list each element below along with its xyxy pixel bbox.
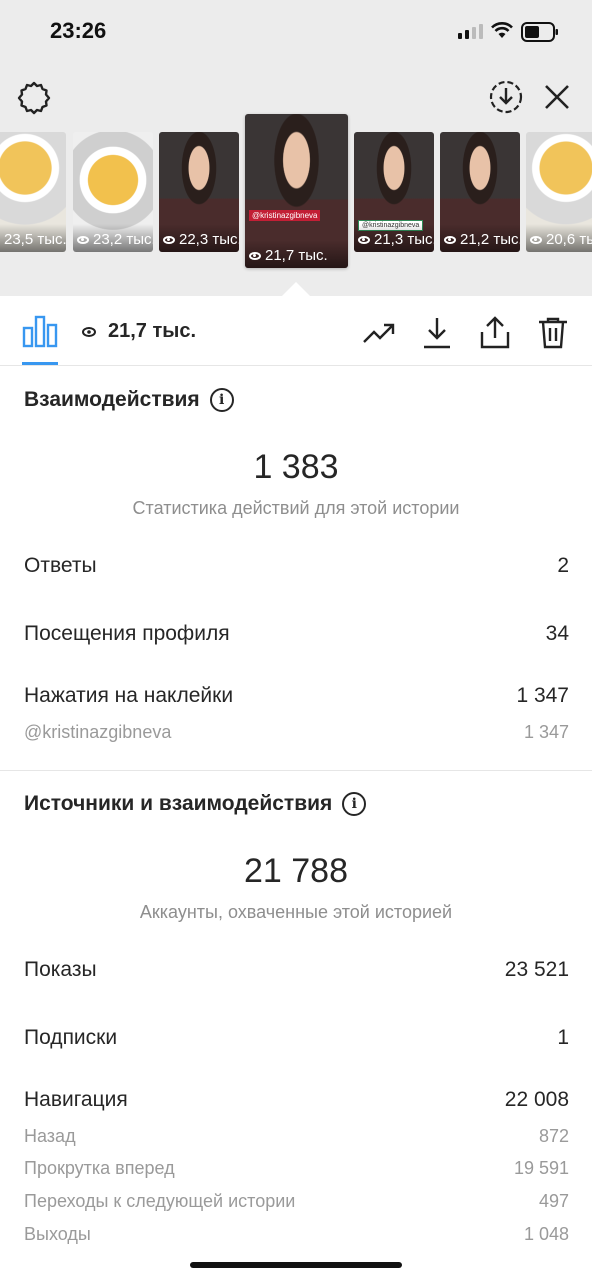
story-thumbnails: 23,5 тыс. 23,2 тыс. 22,3 тыс. @kristinaz… <box>0 114 592 270</box>
status-time: 23:26 <box>50 18 107 43</box>
story-views: 23,5 тыс. <box>4 231 66 248</box>
home-indicator[interactable] <box>190 1262 402 1268</box>
story-thumbnail-selected[interactable]: @kristinazgibneva 21,7 тыс. <box>245 114 348 268</box>
eye-icon <box>249 251 261 260</box>
section-divider <box>0 770 592 771</box>
settings-gear-icon[interactable] <box>16 80 52 116</box>
stat-subrow-exits: Выходы 1 048 <box>24 1224 569 1244</box>
trending-icon[interactable] <box>362 316 396 350</box>
info-icon[interactable]: i <box>342 792 367 816</box>
eye-icon <box>444 235 456 244</box>
eye-icon <box>77 235 89 244</box>
story-views: 22,3 тыс. <box>163 231 239 248</box>
reach-subtitle: Аккаунты, охваченные этой историей <box>139 902 453 922</box>
bar-chart-icon[interactable] <box>22 314 58 348</box>
views-count: 21,7 тыс. <box>108 320 197 342</box>
story-thumbnail[interactable]: 23,2 тыс. <box>73 132 153 252</box>
story-views: 21,7 тыс. <box>249 247 328 264</box>
eye-icon <box>358 235 370 244</box>
story-thumbnail[interactable]: 22,3 тыс. <box>159 132 239 252</box>
stat-subrow-back: Назад 872 <box>24 1126 569 1146</box>
story-thumbnail[interactable]: @kristinazgibneva 21,3 тыс. <box>354 132 434 252</box>
share-icon[interactable] <box>478 316 512 350</box>
wifi-icon <box>491 22 513 38</box>
story-views: 21,3 тыс. <box>358 231 434 248</box>
story-views: 21,2 тыс. <box>444 231 520 248</box>
toolbar-views: 21,7 тыс. <box>82 320 196 343</box>
story-thumbnail[interactable]: 21,2 тыс. <box>440 132 520 252</box>
stat-row-replies: Ответы 2 <box>24 554 569 577</box>
eye-icon <box>530 235 542 244</box>
info-icon[interactable]: i <box>209 388 234 412</box>
stat-row-navigation: Навигация 22 008 <box>24 1088 569 1111</box>
story-thumbnail[interactable]: 20,6 тыс. <box>526 132 592 252</box>
story-views: 20,6 тыс. <box>530 231 592 248</box>
status-bar: 23:26 <box>0 0 592 64</box>
interactions-total: 1 383 <box>253 448 339 486</box>
eye-icon <box>82 326 96 337</box>
stat-row-sticker-taps: Нажатия на наклейки 1 347 <box>24 684 569 707</box>
stat-row-follows: Подписки 1 <box>24 1026 569 1049</box>
discovery-title: Источники и взаимодействия i <box>24 792 367 816</box>
insights-toolbar: 21,7 тыс. <box>0 296 592 366</box>
stat-subrow-mention: @kristinazgibneva 1 347 <box>24 722 569 742</box>
stat-subrow-forward: Прокрутка вперед 19 591 <box>24 1158 569 1178</box>
insights-panel: 21,7 тыс. Взаимодействия i 1 383 Статист… <box>0 296 592 1280</box>
story-views: 23,2 тыс. <box>77 231 153 248</box>
delete-trash-icon[interactable] <box>536 316 570 350</box>
selected-story-pointer <box>282 282 310 296</box>
save-story-icon[interactable] <box>488 79 524 115</box>
stat-subrow-next-story: Переходы к следующей истории 497 <box>24 1191 569 1211</box>
battery-icon <box>521 22 558 42</box>
close-icon[interactable] <box>542 82 572 112</box>
active-tab-indicator <box>22 362 58 365</box>
stat-row-profile-visits: Посещения профиля 34 <box>24 622 569 645</box>
cellular-signal-icon <box>458 24 483 39</box>
stat-row-impressions: Показы 23 521 <box>24 958 569 981</box>
eye-icon <box>163 235 175 244</box>
story-sticker-mention: @kristinazgibneva <box>249 210 321 221</box>
interactions-title: Взаимодействия i <box>24 388 234 412</box>
download-icon[interactable] <box>420 316 454 350</box>
interactions-subtitle: Статистика действий для этой истории <box>132 498 460 518</box>
reach-total: 21 788 <box>244 852 348 890</box>
story-thumbnail[interactable]: 23,5 тыс. <box>0 132 66 252</box>
